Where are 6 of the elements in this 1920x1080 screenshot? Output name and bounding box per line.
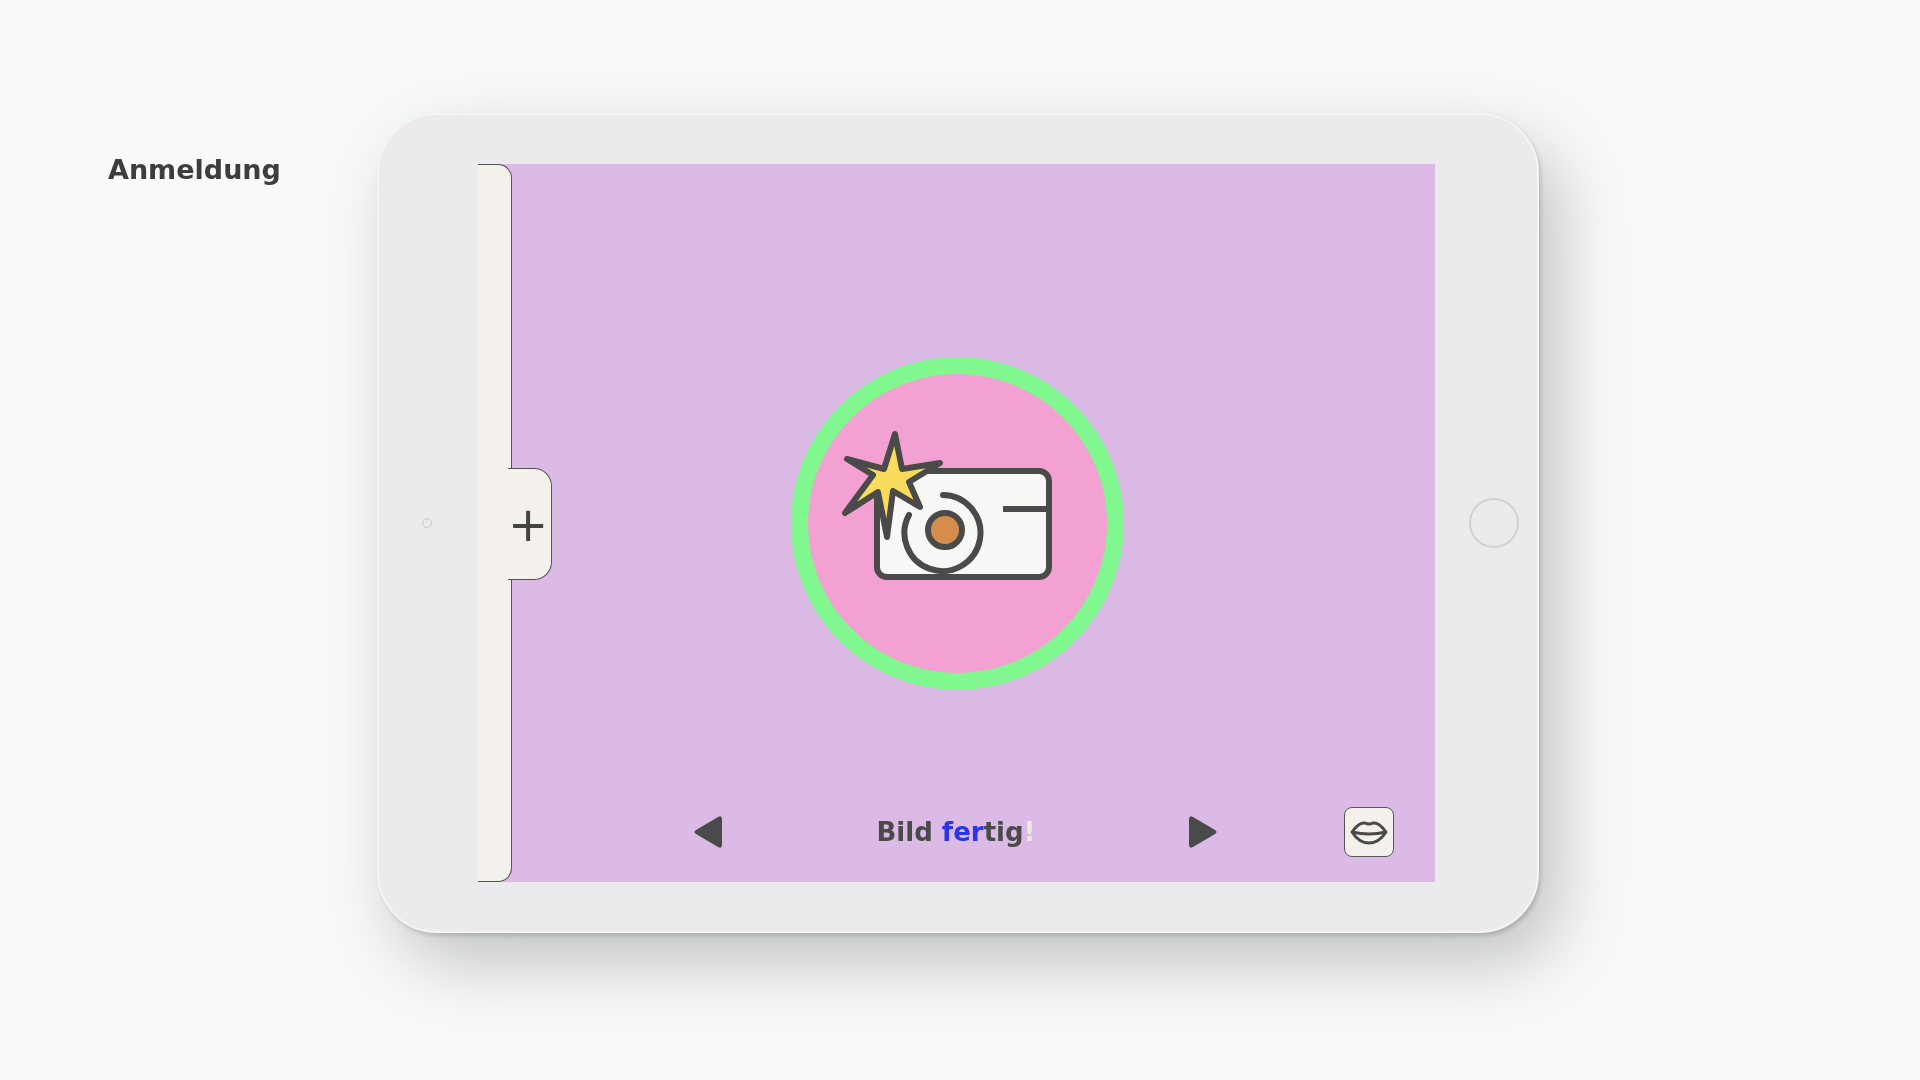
caption-text: Bild fertig! <box>875 817 1037 847</box>
camera-flash-icon[interactable] <box>791 357 1124 690</box>
lips-icon <box>1349 819 1389 845</box>
add-button[interactable]: + <box>508 468 552 580</box>
lips-button[interactable] <box>1344 807 1394 857</box>
page-title: Anmeldung <box>108 154 282 185</box>
